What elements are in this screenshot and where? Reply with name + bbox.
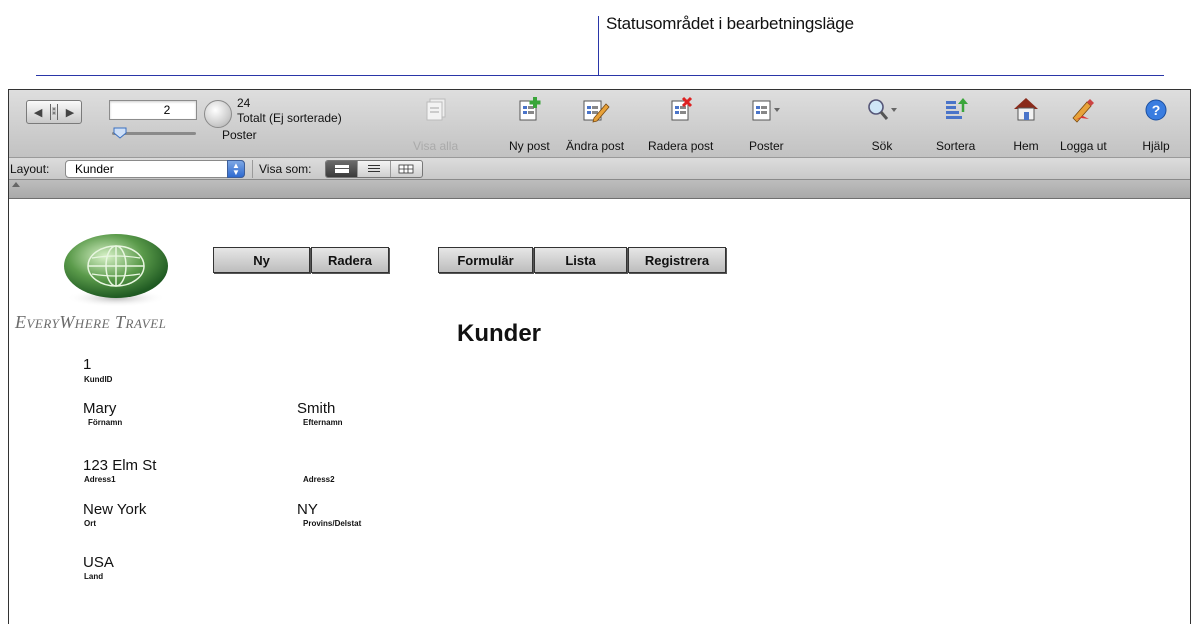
dropdown-stepper-icon: ▲ ▼ bbox=[227, 160, 245, 178]
layout-bar-divider bbox=[252, 160, 253, 178]
home-label: Hem bbox=[1013, 139, 1039, 153]
view-as-table-button[interactable] bbox=[391, 161, 422, 177]
status-toolbar: ◀ ⁑ ▶ 24 Totalt (Ej sorterade) Poster Vi… bbox=[9, 90, 1190, 158]
sort-icon bbox=[945, 98, 968, 119]
records-menu-label: Poster bbox=[749, 139, 784, 153]
brand-name: EveryWhere Travel bbox=[15, 312, 167, 332]
delete-record-icon bbox=[671, 96, 692, 121]
next-record-icon[interactable]: ▶ bbox=[66, 106, 74, 119]
record-slider-knob[interactable] bbox=[113, 127, 127, 139]
home-icon bbox=[1014, 98, 1038, 121]
view-mode-segmented-control bbox=[325, 160, 423, 178]
help-label: Hjälp bbox=[1142, 139, 1170, 153]
kundid-value[interactable]: 1 bbox=[83, 356, 91, 373]
collapse-arrow-icon[interactable] bbox=[12, 182, 20, 187]
search-icon bbox=[868, 99, 897, 120]
edit-record-icon bbox=[583, 100, 610, 123]
record-navigator-book[interactable]: ◀ ⁑ ▶ bbox=[26, 100, 82, 124]
globe-logo-icon bbox=[64, 234, 168, 307]
fornamn-label: Förnamn bbox=[88, 418, 123, 427]
register-button[interactable]: Registrera bbox=[628, 247, 726, 273]
layout-dropdown[interactable]: Kunder ▲ ▼ bbox=[65, 160, 245, 178]
kundid-label: KundID bbox=[84, 375, 113, 384]
provins-value[interactable]: NY bbox=[297, 501, 318, 518]
ort-value[interactable]: New York bbox=[83, 501, 146, 518]
book-spine-icon: ⁑ bbox=[50, 104, 58, 120]
previous-record-icon[interactable]: ◀ bbox=[34, 106, 42, 119]
help-icon: ? bbox=[1145, 99, 1167, 121]
land-value[interactable]: USA bbox=[83, 554, 114, 571]
delete-button[interactable]: Radera bbox=[311, 247, 389, 273]
show-all-icon bbox=[426, 98, 446, 121]
callout-pointer-line bbox=[598, 16, 599, 76]
show-all-button[interactable]: Visa alla bbox=[413, 93, 458, 153]
logout-label: Logga ut bbox=[1060, 139, 1107, 153]
provins-label: Provins/Delstat bbox=[303, 519, 362, 528]
new-record-icon bbox=[519, 97, 541, 121]
layout-label: Layout: bbox=[10, 162, 50, 176]
layout-dropdown-value: Kunder bbox=[75, 162, 114, 176]
fornamn-value[interactable]: Mary bbox=[83, 400, 116, 417]
new-button[interactable]: Ny bbox=[213, 247, 310, 273]
total-record-count: 24 bbox=[237, 96, 251, 110]
adress2-label: Adress2 bbox=[303, 475, 335, 484]
adress1-value[interactable]: 123 Elm St bbox=[83, 457, 156, 474]
land-label: Land bbox=[84, 572, 104, 581]
list-view-icon bbox=[367, 165, 380, 172]
form-button[interactable]: Formulär bbox=[438, 247, 533, 273]
svg-text:?: ? bbox=[1152, 102, 1161, 118]
page-title: Kunder bbox=[457, 320, 541, 347]
form-view-icon bbox=[334, 165, 349, 173]
new-record-button[interactable]: Ny post bbox=[509, 93, 550, 153]
sort-label: Sortera bbox=[936, 139, 976, 153]
record-count-pie-icon bbox=[204, 100, 232, 128]
callout-label: Statusområdet i bearbetningsläge bbox=[606, 14, 854, 33]
ort-label: Ort bbox=[84, 519, 96, 528]
new-record-label: Ny post bbox=[509, 139, 550, 153]
search-label: Sök bbox=[871, 139, 893, 153]
view-as-list-button[interactable] bbox=[358, 161, 391, 177]
records-menu-icon bbox=[752, 100, 781, 121]
help-button[interactable]: ? Hjälp bbox=[1139, 93, 1173, 153]
home-button[interactable]: Hem bbox=[1009, 93, 1043, 153]
table-view-icon bbox=[398, 164, 414, 174]
efternamn-value[interactable]: Smith bbox=[297, 400, 335, 417]
edit-record-label: Ändra post bbox=[566, 139, 625, 153]
layout-bar: Layout: Kunder ▲ ▼ Visa som: bbox=[9, 158, 1190, 180]
callout-bracket-line bbox=[36, 75, 1164, 76]
app-window: ◀ ⁑ ▶ 24 Totalt (Ej sorterade) Poster Vi… bbox=[8, 89, 1191, 624]
logout-icon bbox=[1072, 99, 1095, 123]
delete-record-button[interactable]: Radera post bbox=[648, 93, 713, 153]
logout-button[interactable]: Logga ut bbox=[1060, 93, 1107, 153]
status-area-toggle-strip[interactable] bbox=[9, 180, 1190, 199]
delete-record-label: Radera post bbox=[648, 139, 714, 153]
records-label: Poster bbox=[222, 128, 257, 142]
sort-button[interactable]: Sortera bbox=[936, 93, 975, 153]
efternamn-label: Efternamn bbox=[303, 418, 343, 427]
adress1-label: Adress1 bbox=[84, 475, 116, 484]
list-button[interactable]: Lista bbox=[534, 247, 627, 273]
records-menu-button[interactable]: Poster bbox=[749, 93, 784, 153]
edit-record-button[interactable]: Ändra post bbox=[566, 93, 624, 153]
view-as-form-button[interactable] bbox=[326, 161, 359, 177]
total-unsorted-label: Totalt (Ej sorterade) bbox=[237, 111, 342, 125]
show-all-label: Visa alla bbox=[413, 139, 459, 153]
view-as-label: Visa som: bbox=[259, 162, 312, 176]
search-button[interactable]: Sök bbox=[865, 93, 899, 153]
current-record-field[interactable] bbox=[109, 100, 197, 120]
